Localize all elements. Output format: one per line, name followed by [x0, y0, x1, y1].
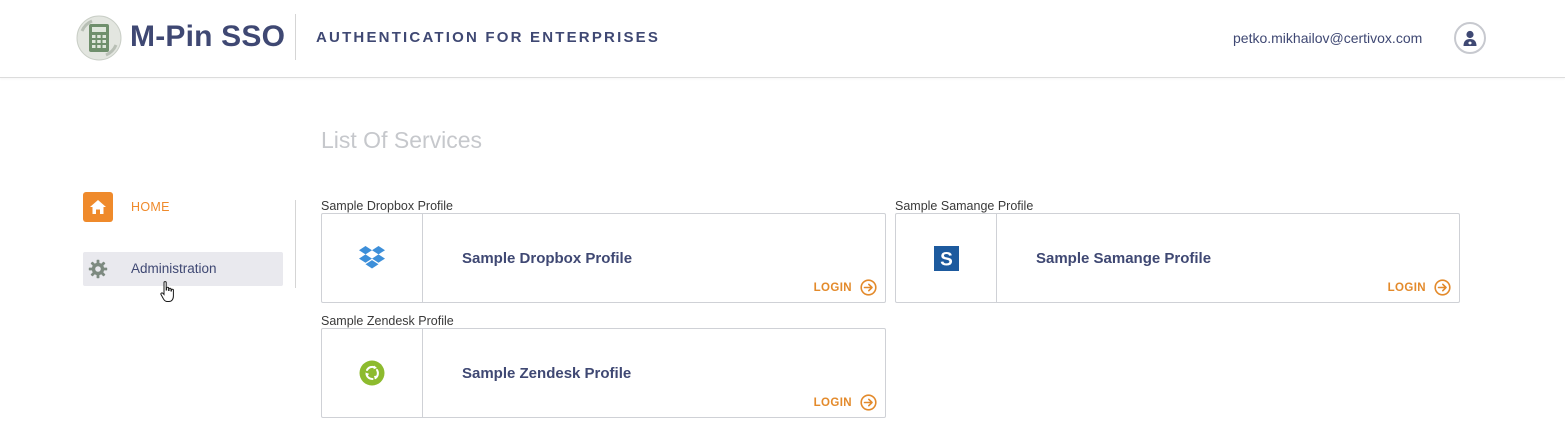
service-caption: Sample Zendesk Profile: [321, 314, 454, 328]
sidebar-item-label: HOME: [131, 200, 170, 214]
service-name: Sample Samange Profile: [1036, 250, 1212, 267]
dropbox-icon: [359, 246, 385, 269]
zendesk-icon: [359, 360, 385, 386]
service-caption: Sample Samange Profile: [895, 199, 1034, 213]
user-menu-button[interactable]: [1454, 22, 1486, 54]
home-icon: [83, 192, 113, 222]
sidebar-divider: [295, 200, 296, 288]
gear-icon: [83, 252, 113, 286]
mpin-logo-icon: [76, 15, 122, 61]
sidebar-item-home[interactable]: HOME: [83, 192, 283, 222]
login-button[interactable]: LOGIN: [1388, 279, 1451, 296]
service-card-samange[interactable]: S Sample Samange Profile LOGIN: [895, 213, 1460, 303]
brand-name: M-Pin SSO: [130, 20, 286, 53]
sidebar-item-label: Administration: [131, 261, 217, 276]
samange-icon: S: [933, 245, 959, 271]
service-name: Sample Dropbox Profile: [462, 250, 633, 267]
login-label: LOGIN: [1387, 281, 1426, 294]
page-title: List Of Services: [321, 127, 483, 153]
header-divider: [295, 14, 296, 60]
login-button[interactable]: LOGIN: [814, 394, 877, 411]
brand-tagline: AUTHENTICATION FOR ENTERPRISES: [316, 29, 661, 46]
app-header: M-Pin SSO AUTHENTICATION FOR ENTERPRISES…: [0, 0, 1565, 78]
service-name: Sample Zendesk Profile: [462, 365, 632, 382]
login-button[interactable]: LOGIN: [814, 279, 877, 296]
hand-cursor-icon: [160, 281, 174, 302]
arrow-right-circle-icon: [1434, 279, 1451, 296]
svg-text:S: S: [940, 249, 953, 270]
service-card-dropbox[interactable]: Sample Dropbox Profile LOGIN: [321, 213, 886, 303]
arrow-right-circle-icon: [860, 394, 877, 411]
sidebar-item-administration[interactable]: Administration: [83, 252, 283, 286]
login-label: LOGIN: [813, 396, 852, 409]
login-label: LOGIN: [813, 281, 852, 294]
service-caption: Sample Dropbox Profile: [321, 199, 454, 213]
service-card-zendesk[interactable]: Sample Zendesk Profile LOGIN: [321, 328, 886, 418]
user-icon: [1463, 30, 1477, 46]
arrow-right-circle-icon: [860, 279, 877, 296]
user-email[interactable]: petko.mikhailov@certivox.com: [1233, 29, 1422, 47]
